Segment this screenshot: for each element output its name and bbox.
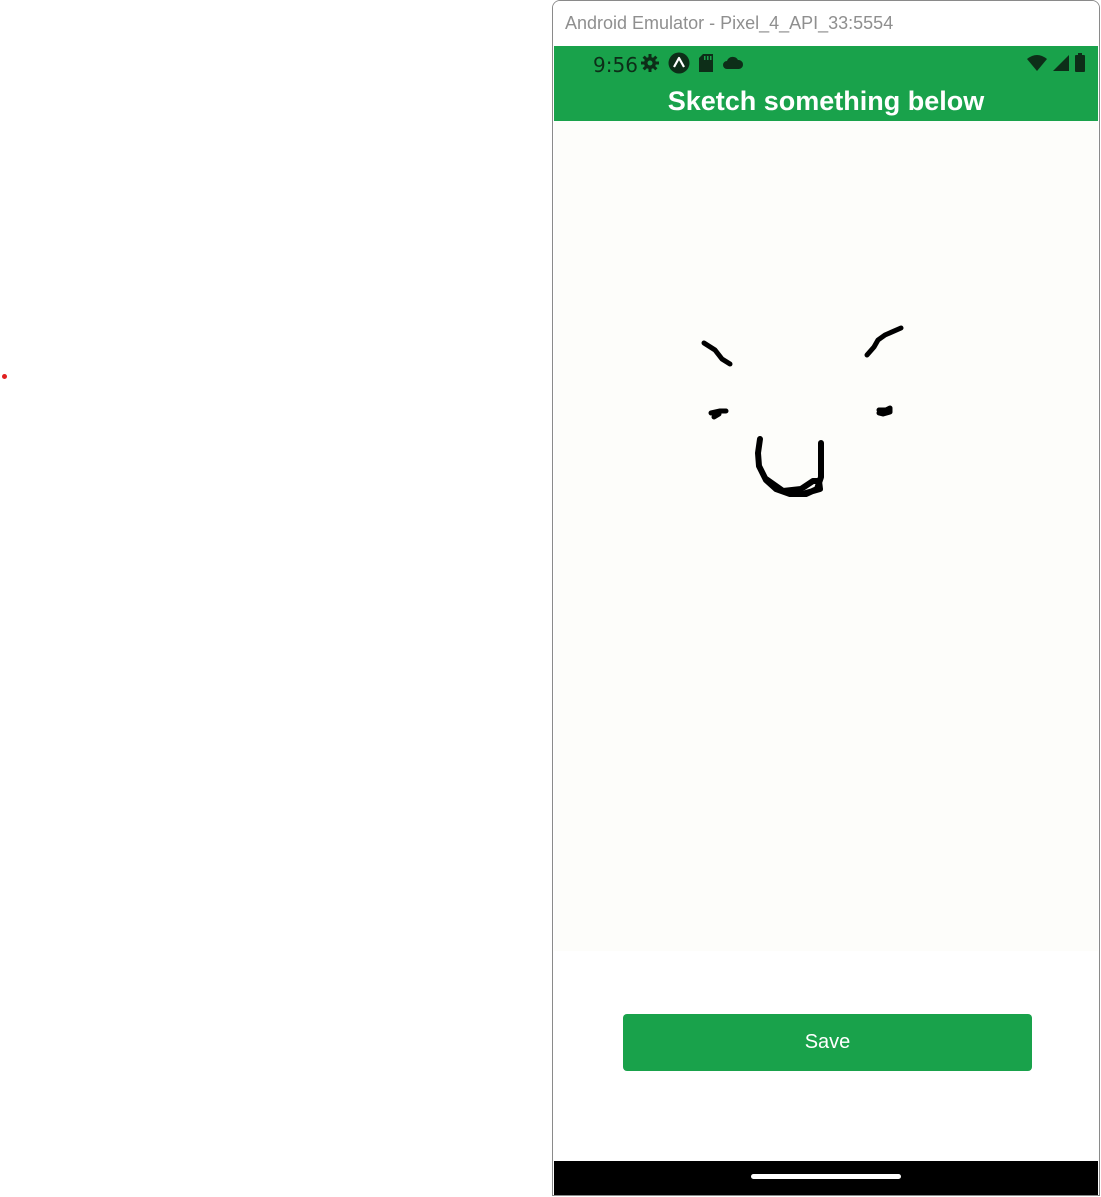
- home-gesture-handle[interactable]: [751, 1174, 901, 1179]
- settings-gear-icon: [640, 53, 660, 78]
- left-eye-stroke: [708, 408, 729, 420]
- right-eye-stroke: [876, 405, 893, 417]
- app-header: 9:56 Sketch something below: [554, 46, 1098, 121]
- emulator-titlebar[interactable]: Android Emulator - Pixel_4_API_33:5554: [553, 1, 1099, 46]
- battery-icon: [1074, 52, 1086, 78]
- right-eyebrow-stroke: [864, 325, 904, 358]
- status-time: 9:56: [593, 53, 638, 77]
- page-title: Sketch something below: [667, 86, 985, 116]
- sd-card-icon: [698, 53, 714, 78]
- sketch-drawing: [701, 325, 904, 497]
- status-icons-right: [1026, 52, 1086, 78]
- wifi-icon: [1026, 54, 1048, 77]
- cloud-icon: [722, 55, 744, 76]
- pointer-dot: [2, 374, 7, 379]
- app-notification-icon: [668, 52, 690, 79]
- device-screen: 9:56 Sketch something below Save: [554, 46, 1098, 1195]
- status-icons-left: [640, 52, 744, 79]
- emulator-window: Android Emulator - Pixel_4_API_33:5554 9…: [552, 0, 1100, 1196]
- left-eyebrow-stroke: [701, 340, 733, 367]
- save-button[interactable]: Save: [623, 1014, 1032, 1071]
- emulator-title: Android Emulator - Pixel_4_API_33:5554: [565, 13, 894, 33]
- navigation-bar: [554, 1161, 1098, 1195]
- sketch-canvas[interactable]: [554, 121, 1098, 951]
- cellular-signal-icon: [1052, 54, 1070, 77]
- mouth-stroke: [755, 436, 824, 497]
